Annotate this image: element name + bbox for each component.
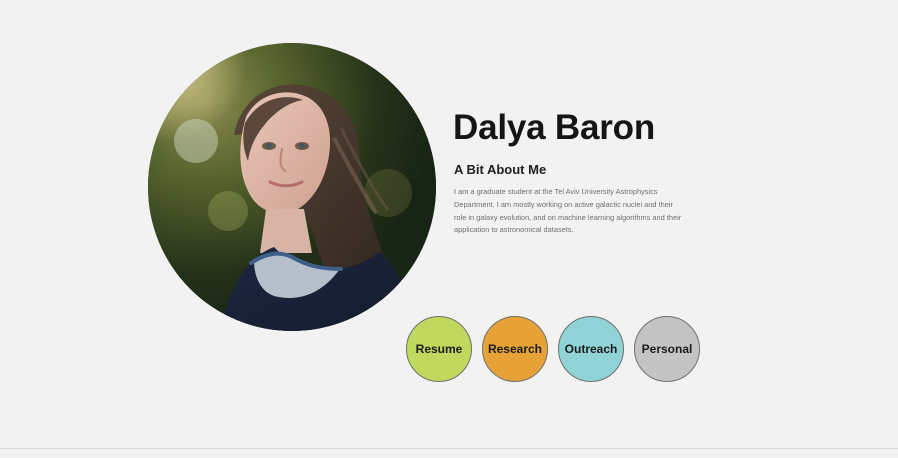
- personal-button[interactable]: Personal: [634, 316, 700, 382]
- resume-button[interactable]: Resume: [406, 316, 472, 382]
- navigation-buttons: Resume Research Outreach Personal: [406, 316, 702, 384]
- page: Dalya Baron A Bit About Me I am a gradua…: [0, 0, 898, 458]
- about-text: I am a graduate student at the Tel Aviv …: [454, 187, 682, 235]
- bottom-divider: [0, 448, 898, 449]
- research-button[interactable]: Research: [482, 316, 548, 382]
- outreach-button[interactable]: Outreach: [558, 316, 624, 382]
- page-title: Dalya Baron: [453, 108, 656, 147]
- profile-photo: [148, 43, 436, 331]
- about-heading: A Bit About Me: [454, 162, 547, 177]
